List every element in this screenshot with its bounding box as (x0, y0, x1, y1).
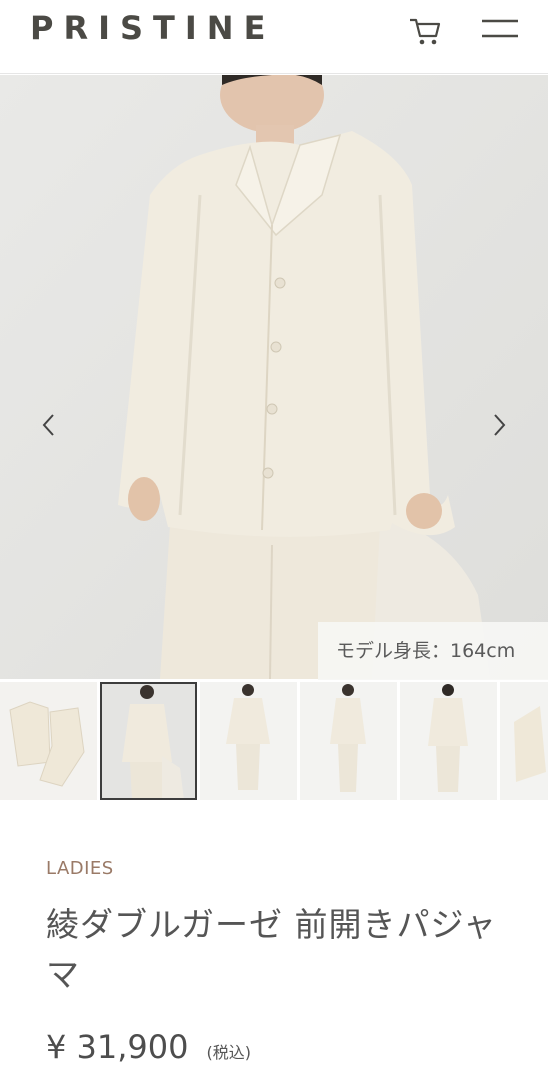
thumbnail-model-front[interactable] (200, 682, 297, 800)
product-title: 綾ダブルガーゼ 前開きパジャマ (46, 905, 497, 994)
tax-included-label: (税込) (206, 1043, 252, 1062)
hamburger-menu-icon (482, 19, 518, 38)
cart-icon (410, 18, 441, 45)
product-hero-image[interactable] (0, 75, 548, 679)
brand-logo[interactable]: PRISTINE (30, 8, 275, 48)
cart-button[interactable] (406, 12, 446, 48)
thumbnail-model-back[interactable] (400, 682, 497, 800)
thumbnail-image (0, 682, 97, 800)
chevron-left-icon (42, 414, 54, 436)
thumbnail-model-front-bag[interactable] (100, 682, 197, 800)
thumbnail-strip (0, 682, 548, 800)
product-price: ¥ 31,900 (46, 1028, 189, 1066)
model-height-badge: モデル身長：164cm (318, 622, 548, 680)
product-category[interactable]: LADIES (46, 858, 114, 879)
model-photo (0, 75, 548, 679)
thumbnail-detail[interactable] (500, 682, 548, 800)
chevron-right-icon (494, 414, 506, 436)
thumbnail-image (500, 682, 548, 800)
thumbnail-flatlay[interactable] (0, 682, 97, 800)
thumbnail-image (300, 682, 397, 800)
site-header: PRISTINE (0, 0, 548, 74)
previous-image-button[interactable] (34, 405, 64, 445)
next-image-button[interactable] (484, 405, 514, 445)
thumbnail-image (400, 682, 497, 800)
menu-button[interactable] (476, 12, 524, 48)
thumbnail-image (200, 682, 297, 800)
price-row: ¥ 31,900 (税込) (46, 1028, 251, 1078)
thumbnail-image (100, 682, 197, 800)
thumbnail-model-front-2[interactable] (300, 682, 397, 800)
